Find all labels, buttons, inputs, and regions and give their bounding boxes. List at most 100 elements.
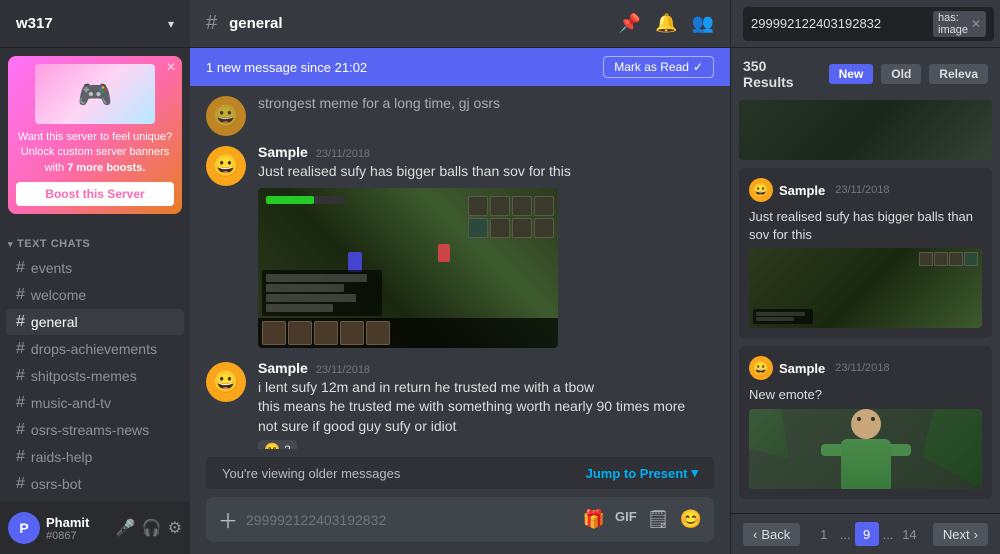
reaction-count: 3 <box>284 443 291 449</box>
avatar: 😀 <box>749 356 773 380</box>
search-tag-text: has: image <box>938 12 968 36</box>
filter-relevant-button[interactable]: Releva <box>929 64 988 84</box>
hash-icon: # <box>16 448 25 466</box>
boost-banner-text: Want this server to feel unique? Unlock … <box>16 130 174 176</box>
emoji-icon[interactable]: 😊 <box>680 509 702 530</box>
gift-icon[interactable]: 🎁 <box>583 509 605 530</box>
new-message-bar: 1 new message since 21:02 Mark as Read ✓ <box>190 48 730 86</box>
kid-costume-image <box>749 409 982 489</box>
page-1[interactable]: 1 <box>812 522 836 546</box>
message-input-area: ＋ 🎁 GIF 🗒 😊 <box>206 497 714 542</box>
search-input-bar[interactable]: has: image ✕ <box>743 7 994 41</box>
result-text: Just realised sufy has bigger balls than… <box>749 208 982 244</box>
boost-server-button[interactable]: Boost this Server <box>16 182 174 206</box>
result-username: Sample <box>779 183 825 198</box>
next-button[interactable]: Next › <box>933 523 988 546</box>
list-item: 😀 strongest meme for a long time, gj osr… <box>206 94 714 136</box>
mic-icon[interactable]: 🎤 <box>116 518 136 538</box>
search-results-header: 350 Results New Old Releva <box>731 48 1000 96</box>
back-button[interactable]: ‹ Back <box>743 523 800 546</box>
sidebar-item-welcome[interactable]: # welcome <box>6 282 184 308</box>
search-panel: has: image ✕ ✕ 350 Results New Old Relev… <box>730 0 1000 554</box>
message-input[interactable] <box>246 512 575 528</box>
gif-icon[interactable]: GIF <box>615 509 637 530</box>
filter-old-button[interactable]: Old <box>881 64 921 84</box>
message-content: Sample 23/11/2018 Just realised sufy has… <box>258 144 714 348</box>
boost-banner-image: 🎮 <box>35 64 155 124</box>
new-message-text: 1 new message since 21:02 <box>206 60 367 75</box>
search-input[interactable] <box>751 16 927 31</box>
chevron-down-icon: ▾ <box>691 465 698 481</box>
sidebar-item-shitposts-memes[interactable]: # shitposts-memes <box>6 363 184 389</box>
jump-to-present-button[interactable]: Jump to Present ▾ <box>586 465 698 481</box>
hash-icon: # <box>16 259 25 277</box>
members-icon[interactable]: 👥 <box>692 13 714 34</box>
page-numbers: 1 ... 9 ... 14 <box>812 522 922 546</box>
chat-messages: 😀 strongest meme for a long time, gj osr… <box>190 86 730 449</box>
close-icon[interactable]: ✕ <box>166 60 176 74</box>
message-timestamp: 23/11/2018 <box>316 364 370 376</box>
sidebar-item-music-and-tv[interactable]: # music-and-tv <box>6 390 184 416</box>
message-content: strongest meme for a long time, gj osrs <box>258 94 714 136</box>
list-item[interactable]: 😀 Sample 23/11/2018 New emote? <box>739 346 992 498</box>
page-9[interactable]: 9 <box>855 522 879 546</box>
pagination: ‹ Back 1 ... 9 ... 14 Next › <box>731 513 1000 554</box>
message-username[interactable]: Sample <box>258 360 308 376</box>
message-text: Just realised sufy has bigger balls than… <box>258 162 714 182</box>
avatar: 😀 <box>749 178 773 202</box>
discriminator-label: #0867 <box>46 530 110 542</box>
pin-icon[interactable]: 📌 <box>619 13 641 34</box>
sidebar-item-drops-achievements[interactable]: # drops-achievements <box>6 336 184 362</box>
search-tag: has: image ✕ <box>933 11 986 37</box>
avatar: P <box>8 512 40 544</box>
add-attachment-icon[interactable]: ＋ <box>218 505 238 534</box>
message-text: i lent sufy 12m and in return he trusted… <box>258 378 714 437</box>
sidebar-item-raids-help[interactable]: # raids-help <box>6 444 184 470</box>
message-username[interactable]: Sample <box>258 144 308 160</box>
text-chats-header: ▾ TEXT CHATS <box>0 222 190 254</box>
sidebar-item-events[interactable]: # events <box>6 255 184 281</box>
reaction[interactable]: 😊 3 <box>258 440 297 449</box>
notification-icon[interactable]: 🔔 <box>655 13 677 34</box>
avatar: 😀 <box>206 96 246 136</box>
main-chat: # general 📌 🔔 👥 1 new message since 21:0… <box>190 0 730 554</box>
sticker-icon[interactable]: 🗒 <box>647 509 670 530</box>
result-text: New emote? <box>749 386 982 404</box>
filter-new-button[interactable]: New <box>829 64 874 84</box>
page-14[interactable]: 14 <box>897 522 921 546</box>
hash-icon: # <box>16 286 25 304</box>
message-timestamp: 23/11/2018 <box>316 148 370 160</box>
chat-header-icons: 📌 🔔 👥 <box>619 13 714 34</box>
mark-as-read-button[interactable]: Mark as Read ✓ <box>603 56 714 78</box>
channel-hash-icon: # <box>206 12 217 35</box>
check-icon: ✓ <box>693 60 703 74</box>
message-header: Sample 23/11/2018 <box>258 144 714 160</box>
search-panel-header: has: image ✕ ✕ <box>731 0 1000 48</box>
list-item: 😀 Sample 23/11/2018 i lent sufy 12m and … <box>206 360 714 449</box>
search-tag-close-icon[interactable]: ✕ <box>971 17 981 31</box>
user-area: P Phamit #0867 🎤 🎧 ⚙ <box>0 502 190 554</box>
hash-icon: # <box>16 340 25 358</box>
settings-icon[interactable]: ⚙ <box>168 518 182 538</box>
list-item[interactable]: 😀 Sample 23/11/2018 Just realised sufy h… <box>739 168 992 338</box>
username-label: Phamit <box>46 515 110 530</box>
user-info: Phamit #0867 <box>46 515 110 542</box>
game-screenshot <box>258 188 558 348</box>
hash-icon: # <box>16 394 25 412</box>
collapse-arrow-icon[interactable]: ▾ <box>8 239 13 250</box>
sidebar-item-osrs-bot[interactable]: # osrs-bot <box>6 471 184 497</box>
user-actions: 🎤 🎧 ⚙ <box>116 518 182 538</box>
hash-icon: # <box>16 313 25 331</box>
result-image <box>749 248 982 328</box>
sidebar-item-osrs-streams-news[interactable]: # osrs-streams-news <box>6 417 184 443</box>
headset-icon[interactable]: 🎧 <box>142 518 162 538</box>
sidebar-item-general[interactable]: # general <box>6 309 184 335</box>
result-username: Sample <box>779 361 825 376</box>
message-image <box>258 188 558 348</box>
result-header: 😀 Sample 23/11/2018 <box>749 178 982 202</box>
server-header[interactable]: w317 ▾ <box>0 0 190 48</box>
search-results: 😀 Sample 23/11/2018 Just realised sufy h… <box>731 96 1000 513</box>
server-name: w317 <box>16 15 53 32</box>
hash-icon: # <box>16 475 25 493</box>
chevron-down-icon: ▾ <box>168 17 174 31</box>
